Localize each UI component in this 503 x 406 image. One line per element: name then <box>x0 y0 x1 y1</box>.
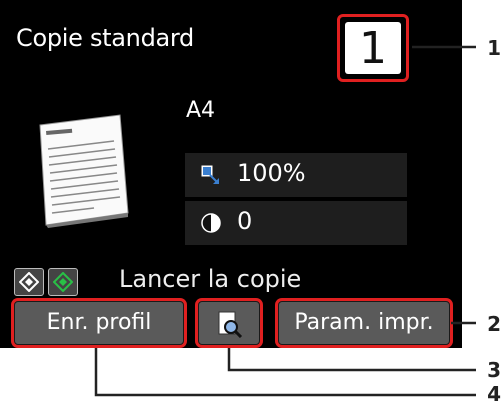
callout-leader-lines <box>94 45 476 397</box>
callout-4: 4 <box>487 382 501 406</box>
callout-1: 1 <box>487 36 501 60</box>
callout-2: 2 <box>487 312 501 336</box>
callout-3: 3 <box>487 358 501 382</box>
